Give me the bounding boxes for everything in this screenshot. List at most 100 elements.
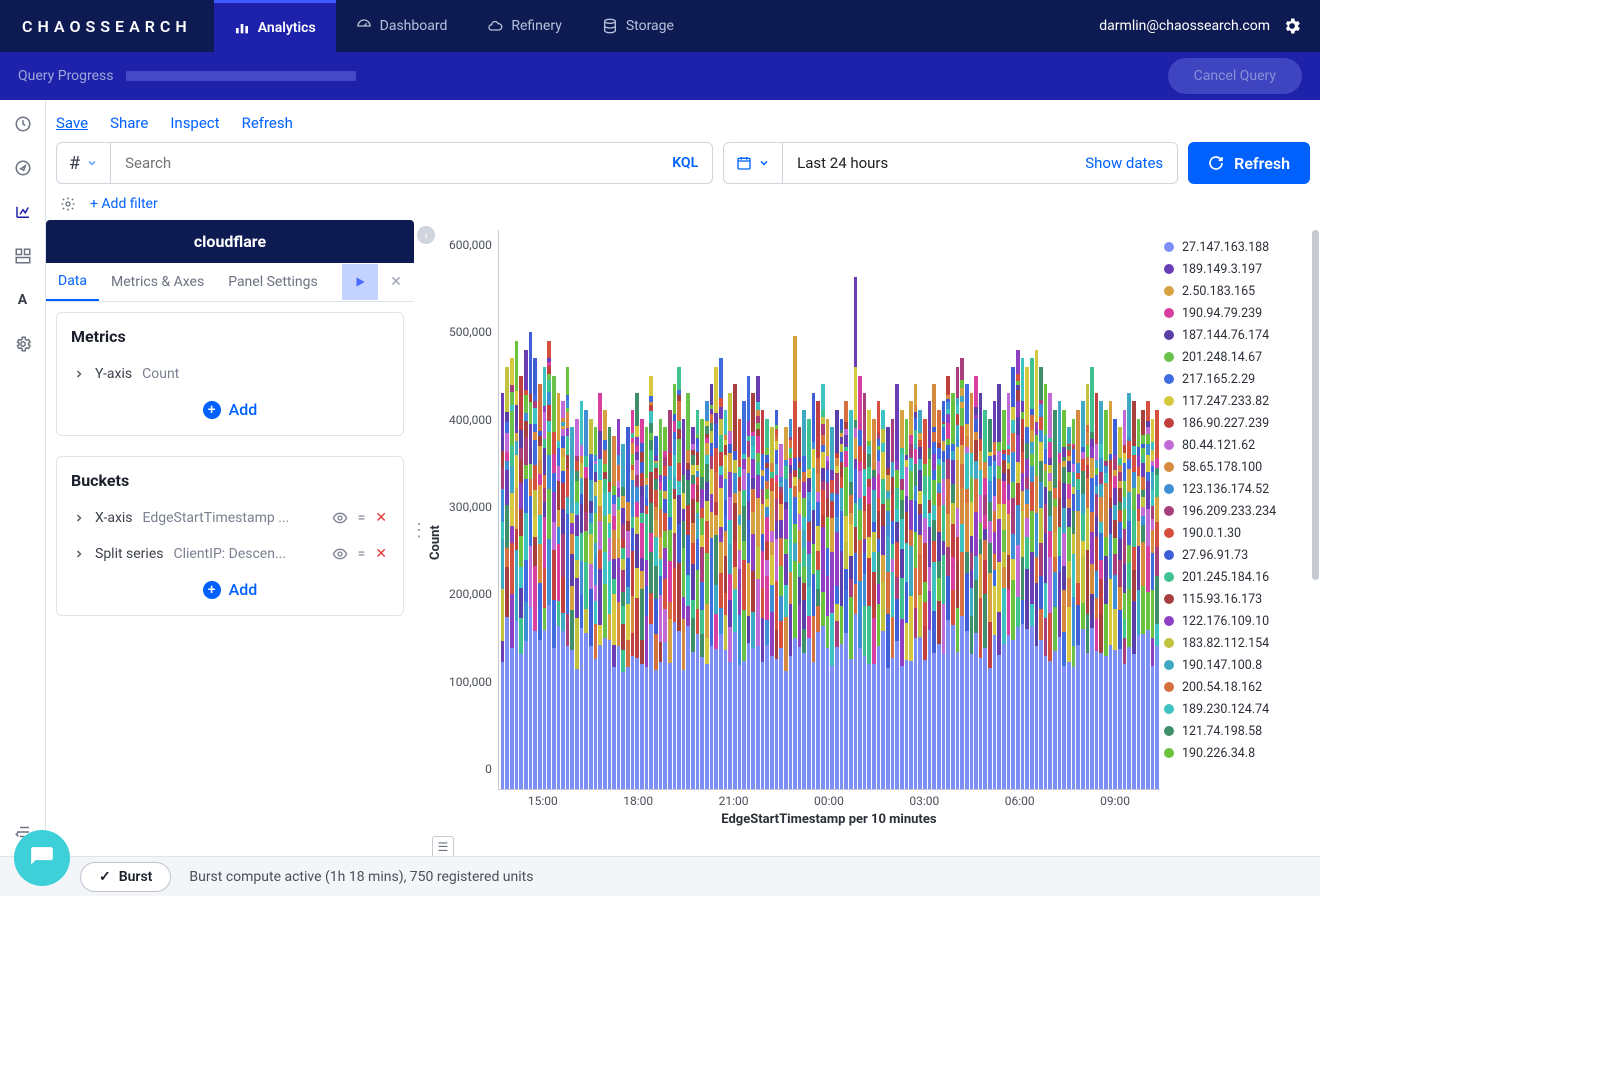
chart-bar[interactable] xyxy=(1123,410,1127,789)
legend-item[interactable]: 187.144.76.174 xyxy=(1164,324,1316,346)
chart-bar[interactable] xyxy=(598,393,602,789)
chart-bar[interactable] xyxy=(807,419,811,789)
chart-bar[interactable] xyxy=(626,427,630,789)
text-a-icon[interactable]: A xyxy=(13,290,33,310)
topnav-analytics[interactable]: Analytics xyxy=(214,0,336,52)
chart-bar[interactable] xyxy=(751,393,755,789)
legend-item[interactable]: 190.0.1.30 xyxy=(1164,522,1316,544)
chart-bar[interactable] xyxy=(570,427,574,789)
chart-bar[interactable] xyxy=(580,401,584,789)
chart-bar[interactable] xyxy=(895,384,899,789)
chart-bar[interactable] xyxy=(993,401,997,789)
chart-bar[interactable] xyxy=(960,358,964,789)
legend-item[interactable]: 190.147.100.8 xyxy=(1164,654,1316,676)
chart-bar[interactable] xyxy=(677,367,681,789)
legend-item[interactable]: 190.94.79.239 xyxy=(1164,302,1316,324)
chart-bar[interactable] xyxy=(566,367,570,789)
chart-bar[interactable] xyxy=(1099,401,1103,789)
chart-bar[interactable] xyxy=(1086,384,1090,789)
chart-bar[interactable] xyxy=(821,384,825,789)
chart-bar[interactable] xyxy=(770,427,774,789)
chart-bar[interactable] xyxy=(909,401,913,789)
chat-bubble-icon[interactable] xyxy=(14,830,70,886)
chart-bar[interactable] xyxy=(724,410,728,789)
save-link[interactable]: Save xyxy=(56,114,88,132)
chart-bar[interactable] xyxy=(608,427,612,789)
chart-bar[interactable] xyxy=(659,419,663,789)
chart-bar[interactable] xyxy=(867,410,871,789)
chart-bar[interactable] xyxy=(510,358,514,789)
chart-bar[interactable] xyxy=(951,393,955,789)
chart-bar[interactable] xyxy=(914,384,918,789)
chart-bar[interactable] xyxy=(900,410,904,789)
chart-bar[interactable] xyxy=(501,393,505,789)
bucket-row[interactable]: X-axisEdgeStartTimestamp ...=✕ xyxy=(71,500,389,536)
close-panel-button[interactable]: ✕ xyxy=(378,274,414,290)
chart-bar[interactable] xyxy=(742,401,746,789)
chart-bar[interactable] xyxy=(747,376,751,789)
cancel-query-button[interactable]: Cancel Query xyxy=(1168,58,1302,94)
chart-bar[interactable] xyxy=(640,419,644,789)
topnav-dashboard[interactable]: Dashboard xyxy=(336,0,468,52)
chart-bar[interactable] xyxy=(673,384,677,789)
chart-bar[interactable] xyxy=(886,427,890,789)
legend-item[interactable]: 58.65.178.100 xyxy=(1164,456,1316,478)
chart-bar[interactable] xyxy=(1137,419,1141,789)
chart-bar[interactable] xyxy=(761,410,765,789)
chart-bar[interactable] xyxy=(1151,419,1155,789)
add-filter-link[interactable]: + Add filter xyxy=(90,196,158,212)
chart-bar[interactable] xyxy=(932,384,936,789)
legend-item[interactable]: 80.44.121.62 xyxy=(1164,434,1316,456)
chart-bar[interactable] xyxy=(1035,350,1039,789)
chart-bar[interactable] xyxy=(515,341,519,789)
chart-bar[interactable] xyxy=(891,419,895,789)
tab-panel-settings[interactable]: Panel Settings xyxy=(216,264,330,300)
chart-bar[interactable] xyxy=(835,410,839,789)
legend-item[interactable]: 189.149.3.197 xyxy=(1164,258,1316,280)
chart-bar[interactable] xyxy=(793,336,797,789)
add-bucket-button[interactable]: +Add xyxy=(71,572,389,607)
apply-play-button[interactable] xyxy=(342,264,378,300)
topnav-storage[interactable]: Storage xyxy=(582,0,694,52)
add-metric-button[interactable]: +Add xyxy=(71,392,389,427)
legend-item[interactable]: 121.74.198.58 xyxy=(1164,720,1316,742)
chart-bar[interactable] xyxy=(970,393,974,789)
chart-bar[interactable] xyxy=(1146,401,1150,789)
chart-bar[interactable] xyxy=(1030,358,1034,789)
chart-bar[interactable] xyxy=(1104,410,1108,789)
chart-bar[interactable] xyxy=(1053,410,1057,789)
legend-item[interactable]: 27.147.163.188 xyxy=(1164,236,1316,258)
calendar-icon[interactable] xyxy=(724,143,783,183)
chart-bar[interactable] xyxy=(505,367,509,789)
chart-bar[interactable] xyxy=(1048,393,1052,789)
chart-bar[interactable] xyxy=(529,332,533,789)
chart-bar[interactable] xyxy=(519,376,523,789)
legend-item[interactable]: 201.248.14.67 xyxy=(1164,346,1316,368)
chart-bar[interactable] xyxy=(589,419,593,789)
chart-bar[interactable] xyxy=(1002,410,1006,789)
legend-item[interactable]: 196.209.233.234 xyxy=(1164,500,1316,522)
chart-bar[interactable] xyxy=(844,401,848,789)
refresh-link[interactable]: Refresh xyxy=(242,114,293,132)
metric-row[interactable]: Y-axis Count xyxy=(71,356,389,392)
chart-bar[interactable] xyxy=(533,358,537,789)
chart-bar[interactable] xyxy=(1076,410,1080,789)
chart-bar[interactable] xyxy=(552,376,556,789)
tab-data[interactable]: Data xyxy=(46,263,99,301)
chart-bar[interactable] xyxy=(654,436,658,789)
chart-bar[interactable] xyxy=(1007,393,1011,789)
search-lang-toggle[interactable]: KQL xyxy=(658,155,712,171)
chart-bar[interactable] xyxy=(942,401,946,789)
legend-item[interactable]: 217.165.2.29 xyxy=(1164,368,1316,390)
chart-bar[interactable] xyxy=(1113,419,1117,789)
legend-item[interactable]: 117.247.233.82 xyxy=(1164,390,1316,412)
chart-bar[interactable] xyxy=(1141,410,1145,789)
legend-item[interactable]: 200.54.18.162 xyxy=(1164,676,1316,698)
legend-item[interactable]: 2.50.183.165 xyxy=(1164,280,1316,302)
chart-bar[interactable] xyxy=(1011,367,1015,789)
chart-bar[interactable] xyxy=(682,419,686,789)
chart-bar[interactable] xyxy=(756,376,760,789)
chart-bar[interactable] xyxy=(524,350,528,789)
legend-item[interactable]: 115.93.16.173 xyxy=(1164,588,1316,610)
chart-bar[interactable] xyxy=(997,384,1001,789)
